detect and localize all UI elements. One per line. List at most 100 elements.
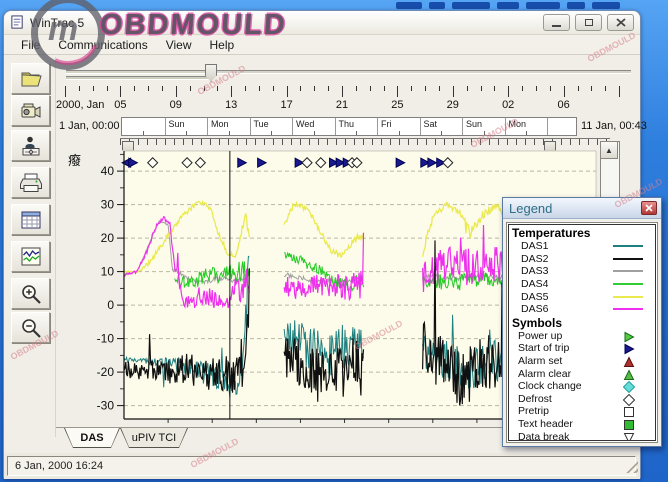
- half-day-tick: [271, 131, 272, 135]
- day-segment-sun: Sun: [165, 118, 208, 135]
- half-day-tick: [186, 131, 187, 135]
- ruler-minor-tick: [93, 86, 94, 91]
- ruler-major-tick: [231, 86, 232, 97]
- legend-symbol-name: Text header: [512, 418, 623, 430]
- tri-up-icon: [623, 368, 635, 380]
- legend-symbol-name: Start of trip: [512, 342, 623, 354]
- ruler-minor-tick: [148, 86, 149, 91]
- menu-item-communications[interactable]: Communications: [49, 36, 156, 54]
- ruler-major-tick: [120, 86, 121, 97]
- zoom-in-button[interactable]: [11, 278, 50, 309]
- ruler-minor-tick: [481, 86, 482, 91]
- half-day-tick: [484, 131, 485, 135]
- ruler-major-tick: [65, 86, 66, 97]
- graph-view-button[interactable]: [11, 241, 50, 272]
- scroll-up-button[interactable]: ▲: [600, 141, 618, 159]
- printer-icon: [19, 171, 43, 195]
- half-day-tick: [143, 131, 144, 135]
- tri-right-icon: [623, 330, 635, 342]
- legend-series-name: DAS4: [512, 278, 613, 290]
- person-icon: [19, 134, 43, 158]
- tab-das[interactable]: DAS: [64, 428, 120, 448]
- table-view-button[interactable]: [11, 204, 50, 235]
- y-tick-label: 20: [101, 231, 115, 245]
- legend-window[interactable]: Legend TemperaturesDAS1DAS2DAS3DAS4DAS5D…: [502, 197, 662, 447]
- legend-symbol-pretrip: Pretrip: [512, 405, 651, 418]
- day-segment-wed: Wed: [292, 118, 335, 135]
- square-icon: [623, 405, 635, 417]
- tab-label: DAS: [65, 428, 119, 447]
- legend-close-button[interactable]: [641, 201, 657, 215]
- background-text-fragment: [497, 2, 519, 9]
- ruler-major-tick: [453, 86, 454, 97]
- ruler-label: 17: [280, 99, 292, 111]
- legend-symbol-name: Alarm set: [512, 355, 623, 367]
- legend-series-name: DAS5: [512, 291, 613, 303]
- legend-series-name: DAS1: [512, 240, 613, 252]
- ruler-major-tick: [564, 86, 565, 97]
- legend-symbol-name: Clock change: [512, 380, 623, 392]
- minimize-icon: [552, 25, 561, 27]
- timeline-slider-track[interactable]: [66, 70, 631, 74]
- ruler-minor-tick: [245, 86, 246, 91]
- legend-temp-das5: DAS5: [512, 290, 651, 303]
- date-ruler-labels: 2000, Jan050913172125290206: [4, 99, 642, 113]
- legend-symbol-name: Defrost: [512, 393, 623, 405]
- background-text-fragment: [567, 2, 585, 9]
- legend-series-name: DAS2: [512, 253, 613, 265]
- zoom-out-button[interactable]: [11, 312, 50, 343]
- line-swatch-icon: [613, 308, 643, 310]
- legend-symbol-name: Data break: [512, 431, 623, 441]
- ruler-minor-tick: [273, 86, 274, 91]
- day-segment-mon: Mon: [505, 118, 548, 135]
- ruler-minor-tick: [536, 86, 537, 91]
- menu-bar: FileCommunicationsViewHelp: [4, 35, 640, 55]
- day-segment: [122, 118, 165, 135]
- date-ruler-ticks: [4, 85, 642, 98]
- y-tick-label: 40: [101, 164, 115, 178]
- zoom-out-icon: [19, 316, 43, 340]
- app-icon: [10, 15, 25, 30]
- legend-temp-das4: DAS4: [512, 278, 651, 291]
- operator-settings-button[interactable]: [11, 130, 50, 161]
- maximize-button[interactable]: [575, 14, 602, 31]
- legend-symbol-text-header: Text header: [512, 418, 651, 431]
- ruler-minor-tick: [300, 86, 301, 91]
- legend-symbol-name: Power up: [512, 330, 623, 342]
- ruler-label: 25: [391, 99, 403, 111]
- legend-symbol-name: Pretrip: [512, 405, 623, 417]
- window-title: WinTrac 5: [30, 16, 543, 30]
- ruler-minor-tick: [411, 86, 412, 91]
- print-button[interactable]: [11, 167, 50, 198]
- legend-temp-das1: DAS1: [512, 240, 651, 253]
- legend-symbol-power-up: Power up: [512, 330, 651, 343]
- line-swatch-icon: [613, 270, 643, 272]
- day-segment-sun: Sun: [462, 118, 505, 135]
- background-text-fragment: [429, 2, 445, 9]
- zoom-in-icon: [19, 282, 43, 306]
- legend-symbols-heading: Symbols: [512, 316, 651, 330]
- ruler-label: 05: [114, 99, 126, 111]
- day-segment-sat: Sat: [420, 118, 463, 135]
- title-bar[interactable]: WinTrac 5: [4, 11, 640, 35]
- ruler-minor-tick: [467, 86, 468, 91]
- ruler-minor-tick: [314, 86, 315, 91]
- status-bar: 6 Jan, 2000 16:24: [4, 453, 640, 479]
- legend-series-name: DAS3: [512, 265, 613, 277]
- ruler-minor-tick: [356, 86, 357, 91]
- menu-item-view[interactable]: View: [157, 36, 201, 54]
- ruler-major-tick: [342, 86, 343, 97]
- ruler-minor-tick: [107, 86, 108, 91]
- ruler-label: 29: [447, 99, 459, 111]
- tri-right-icon: [623, 342, 635, 354]
- legend-series-name: DAS6: [512, 303, 613, 315]
- legend-title-bar[interactable]: Legend: [503, 198, 661, 219]
- menu-item-help[interactable]: Help: [201, 36, 244, 54]
- ruler-minor-tick: [259, 86, 260, 91]
- tri-down-icon: [623, 431, 635, 441]
- menu-item-file[interactable]: File: [12, 36, 49, 54]
- ruler-major-tick: [508, 86, 509, 97]
- tab-upiv-tci[interactable]: uPIV TCI: [120, 428, 188, 448]
- minimize-button[interactable]: [543, 14, 570, 31]
- close-button[interactable]: [607, 14, 634, 31]
